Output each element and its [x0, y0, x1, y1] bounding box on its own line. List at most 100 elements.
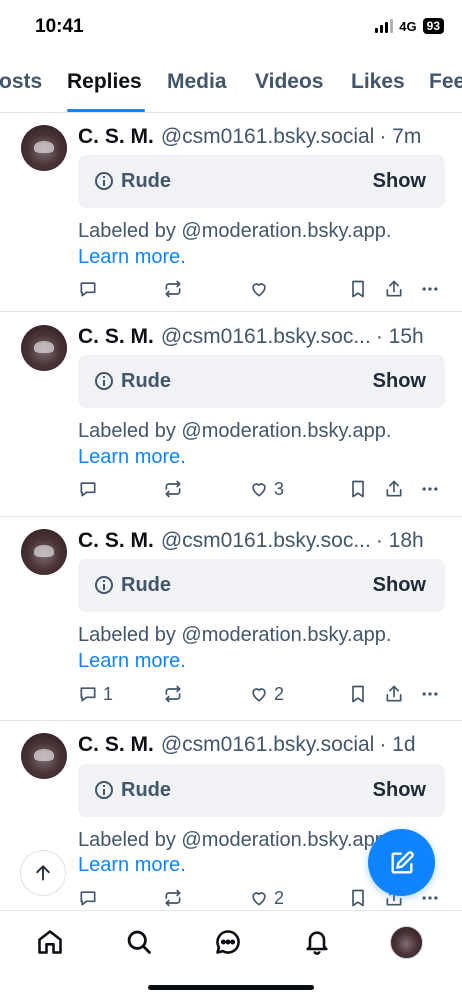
share-icon [386, 685, 402, 702]
show-button[interactable]: Show [373, 779, 426, 802]
post-time[interactable]: · 18h [376, 529, 424, 553]
reply-button[interactable] [78, 886, 103, 910]
tab-media[interactable]: Media [167, 70, 227, 94]
feed-post[interactable]: C. S. M. @csm0161.bsky.social · 7m Rude … [0, 113, 462, 312]
avatar[interactable] [21, 529, 67, 575]
label-name: Rude [121, 170, 171, 192]
reply-icon [80, 482, 96, 497]
label-name: Rude [121, 370, 171, 392]
status-indicators: 4G 93 [375, 18, 444, 34]
author-name[interactable]: C. S. M. [78, 125, 154, 149]
more-options-button[interactable] [420, 886, 440, 910]
like-button[interactable]: 2 [249, 682, 284, 706]
repost-icon [165, 889, 181, 907]
compose-button[interactable] [368, 829, 435, 896]
tab-videos[interactable]: Videos [255, 70, 323, 94]
more-options-button[interactable] [420, 277, 440, 301]
share-button[interactable] [384, 682, 404, 706]
post-time[interactable]: · 15h [376, 325, 424, 349]
battery-level: 93 [422, 18, 444, 34]
like-button[interactable] [249, 277, 274, 301]
like-button[interactable]: 3 [249, 477, 284, 501]
heart-icon [252, 892, 266, 906]
bell-icon[interactable] [302, 927, 332, 957]
reply-icon [80, 891, 96, 906]
author-handle[interactable]: @csm0161.bsky.soc... [161, 529, 371, 553]
learn-more-link[interactable]: Learn more. [78, 648, 186, 674]
repost-button[interactable] [163, 886, 183, 910]
bookmark-button[interactable] [348, 682, 368, 706]
learn-more-link[interactable]: Learn more. [78, 444, 186, 470]
more-options-button[interactable] [420, 682, 440, 706]
show-button[interactable]: Show [373, 170, 426, 193]
repost-icon [165, 480, 181, 498]
home-icon[interactable] [35, 927, 65, 957]
post-time[interactable]: · 7m [379, 125, 421, 149]
repost-icon [165, 685, 181, 703]
chat-icon[interactable] [213, 927, 243, 957]
home-indicator [148, 985, 314, 990]
status-bar: 10:41 4G 93 [0, 0, 462, 56]
bookmark-icon [352, 480, 364, 498]
label-name: Rude [121, 779, 171, 801]
share-button[interactable] [384, 477, 404, 501]
tab-feeds[interactable]: Fee [429, 70, 462, 94]
tab-posts[interactable]: osts [0, 70, 42, 94]
share-icon [386, 280, 402, 297]
compose-icon [391, 850, 414, 873]
heart-icon [252, 483, 266, 497]
reply-count: 1 [103, 683, 114, 704]
tab-likes[interactable]: Likes [351, 70, 405, 94]
author-name[interactable]: C. S. M. [78, 733, 154, 757]
post-time[interactable]: · 1d [379, 733, 415, 757]
content-label[interactable]: Rude Show [78, 355, 445, 408]
like-button[interactable]: 2 [249, 886, 284, 910]
info-icon [95, 576, 113, 594]
reply-button[interactable] [78, 277, 103, 301]
post-actions [78, 277, 445, 301]
show-button[interactable]: Show [373, 574, 426, 597]
share-icon [386, 480, 402, 497]
avatar[interactable] [21, 325, 67, 371]
bookmark-icon [352, 685, 364, 703]
repost-button[interactable] [163, 477, 183, 501]
content-label[interactable]: Rude Show [78, 155, 445, 208]
info-icon [95, 372, 113, 390]
more-options-button[interactable] [420, 477, 440, 501]
author-handle[interactable]: @csm0161.bsky.social [161, 733, 375, 757]
repost-icon [165, 280, 181, 298]
author-name[interactable]: C. S. M. [78, 325, 154, 349]
avatar[interactable] [21, 733, 67, 779]
like-count: 2 [274, 683, 285, 704]
tab-replies[interactable]: Replies [67, 70, 142, 94]
profile-avatar[interactable] [390, 926, 423, 959]
author-handle[interactable]: @csm0161.bsky.soc... [161, 325, 371, 349]
post-actions: 3 [78, 477, 445, 501]
feed-post[interactable]: C. S. M. @csm0161.bsky.soc... · 15h Rude… [0, 312, 462, 517]
bookmark-button[interactable] [348, 277, 368, 301]
repost-button[interactable] [163, 277, 183, 301]
bookmark-button[interactable] [348, 477, 368, 501]
learn-more-link[interactable]: Learn more. [78, 852, 186, 878]
content-label[interactable]: Rude Show [78, 764, 445, 817]
network-type: 4G [399, 18, 417, 34]
feed-post[interactable]: C. S. M. @csm0161.bsky.soc... · 18h Rude… [0, 517, 462, 721]
scroll-to-top-button[interactable] [20, 850, 66, 896]
heart-icon [252, 688, 266, 702]
search-icon[interactable] [124, 927, 154, 957]
reply-button[interactable]: 1 [78, 682, 113, 706]
post-header: C. S. M. @csm0161.bsky.social · 1d [78, 733, 446, 757]
avatar[interactable] [21, 125, 67, 171]
content-label[interactable]: Rude Show [78, 559, 445, 612]
author-handle[interactable]: @csm0161.bsky.social [161, 125, 375, 149]
bookmark-button[interactable] [348, 886, 368, 910]
show-button[interactable]: Show [373, 370, 426, 393]
author-name[interactable]: C. S. M. [78, 529, 154, 553]
learn-more-link[interactable]: Learn more. [78, 244, 186, 270]
reply-button[interactable] [78, 477, 103, 501]
status-time: 10:41 [35, 16, 84, 37]
like-count: 3 [274, 478, 285, 499]
post-header: C. S. M. @csm0161.bsky.social · 7m [78, 125, 446, 149]
share-button[interactable] [384, 277, 404, 301]
repost-button[interactable] [163, 682, 183, 706]
